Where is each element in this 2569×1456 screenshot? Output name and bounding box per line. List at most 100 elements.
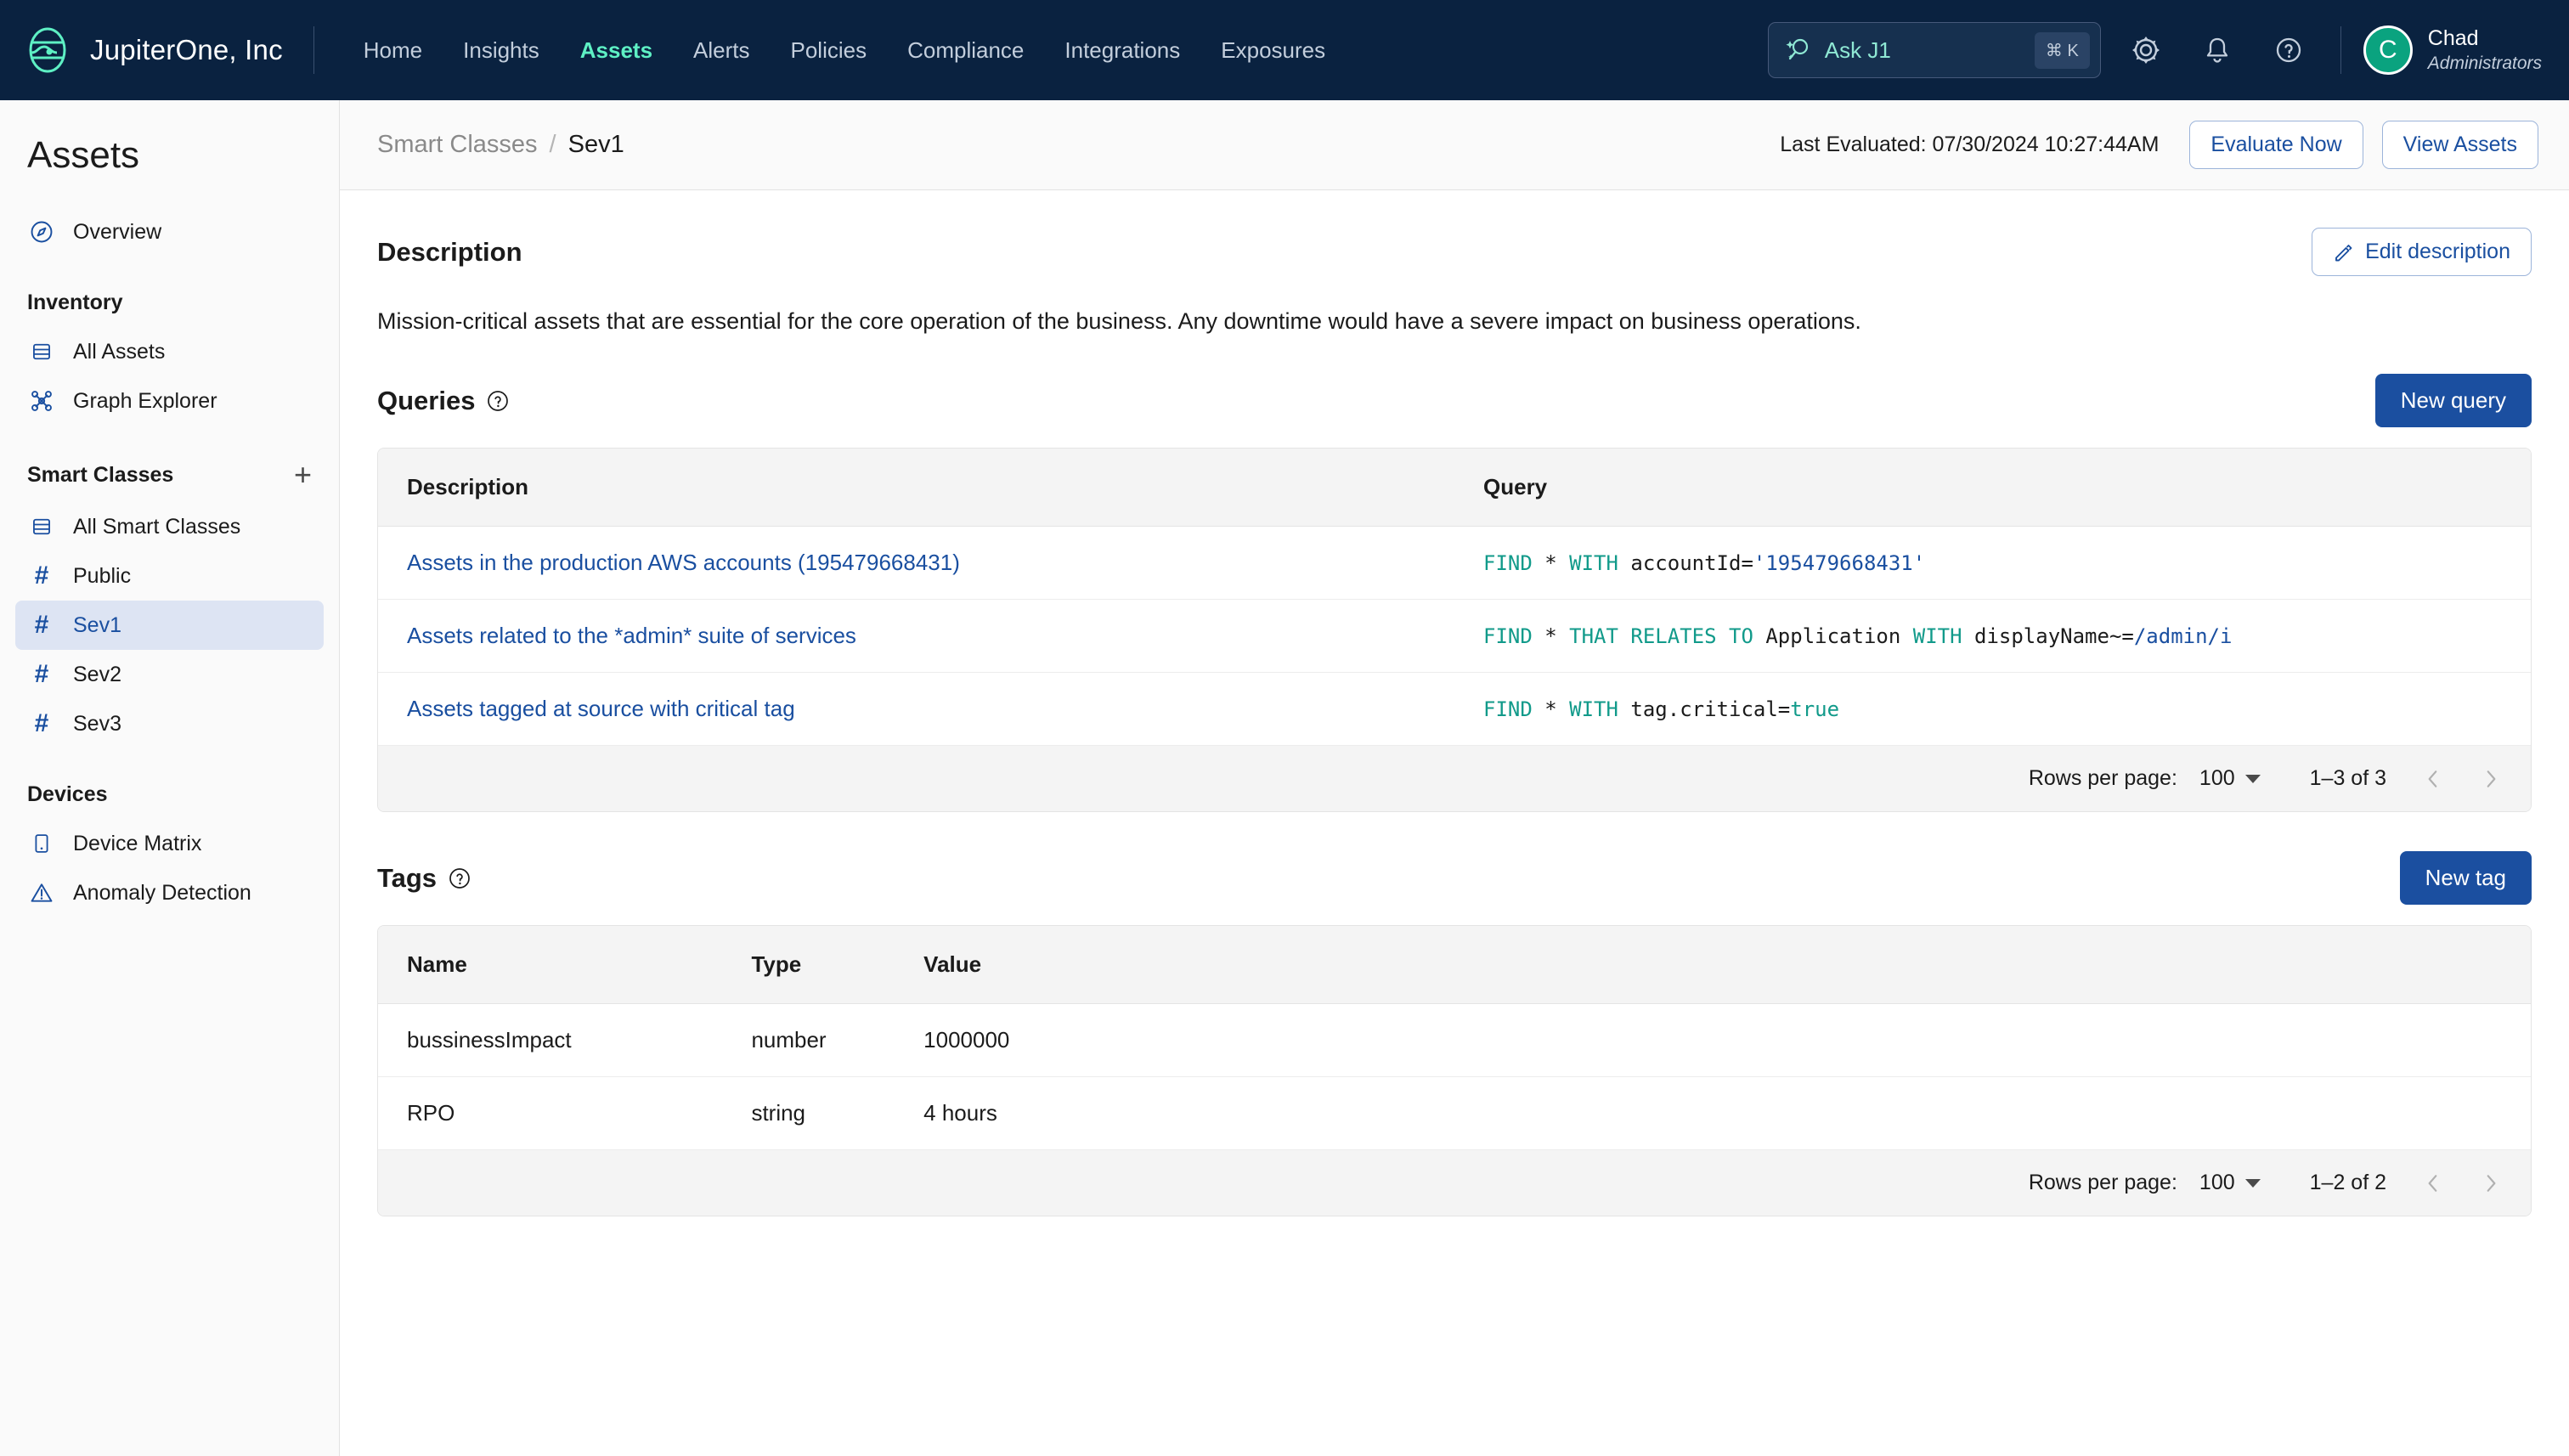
nav-link-home[interactable]: Home <box>343 29 443 72</box>
description-header: Description Edit description <box>377 228 2532 276</box>
chevron-down-icon <box>2244 1178 2261 1188</box>
table-row[interactable]: RPO string 4 hours <box>378 1076 2531 1150</box>
sidebar-item-device-matrix[interactable]: Device Matrix <box>15 819 324 868</box>
sidebar-item-graph-explorer[interactable]: Graph Explorer <box>15 376 324 426</box>
query-token: THAT RELATES TO <box>1569 624 1753 648</box>
table-row[interactable]: Assets related to the *admin* suite of s… <box>378 599 2531 673</box>
tag-type-cell: number <box>722 1003 895 1077</box>
query-token: * <box>1532 697 1570 721</box>
gear-icon[interactable] <box>2120 24 2172 76</box>
sidebar-item-overview[interactable]: Overview <box>15 207 324 257</box>
query-description-link[interactable]: Assets related to the *admin* suite of s… <box>407 623 856 648</box>
sidebar-item-label: All Assets <box>73 339 166 364</box>
tags-title: Tags <box>377 862 438 893</box>
view-assets-button[interactable]: View Assets <box>2381 121 2538 169</box>
queries-table-footer: Rows per page: 100 1–3 of 3 <box>378 746 2531 811</box>
nav-link-integrations[interactable]: Integrations <box>1044 29 1200 72</box>
tags-col-value: Value <box>895 926 2531 1004</box>
tags-table-head: Name Type Value <box>378 926 2531 1004</box>
tags-table: Name Type Value bussinessImpact number 1… <box>378 926 2531 1150</box>
ask-j1-placeholder: Ask J1 <box>1824 37 1891 63</box>
brand-block[interactable]: JupiterOne, Inc <box>24 26 283 74</box>
nav-link-compliance[interactable]: Compliance <box>887 29 1044 72</box>
tags-header: Tags New tag <box>377 851 2532 905</box>
sidebar-item-label: Sev3 <box>73 711 121 736</box>
top-nav-right-cluster: Ask J1 ⌘ K C Chad Administrators <box>1767 22 2542 78</box>
query-token: displayName~= <box>1962 624 2134 648</box>
chevron-right-icon[interactable] <box>2480 1172 2502 1194</box>
nav-link-assets[interactable]: Assets <box>560 29 673 72</box>
tags-table-footer: Rows per page: 100 1–2 of 2 <box>378 1150 2531 1216</box>
sidebar-item-anomaly-detection[interactable]: Anomaly Detection <box>15 868 324 917</box>
pagination-range: 1–3 of 3 <box>2309 766 2386 790</box>
chevron-right-icon[interactable] <box>2480 768 2502 790</box>
nav-link-exposures[interactable]: Exposures <box>1200 29 1346 72</box>
queries-col-description: Description <box>378 449 1454 527</box>
sidebar-item-sev1[interactable]: # Sev1 <box>15 601 324 650</box>
primary-nav-links: Home Insights Assets Alerts Policies Com… <box>343 29 1346 72</box>
rows-per-page-label: Rows per page: <box>2028 1171 2177 1194</box>
add-smart-class-button[interactable]: + <box>294 460 312 490</box>
query-description-link[interactable]: Assets tagged at source with critical ta… <box>407 696 795 721</box>
chevron-left-icon[interactable] <box>2422 768 2444 790</box>
nav-link-policies[interactable]: Policies <box>771 29 888 72</box>
query-token: FIND <box>1483 550 1533 575</box>
rows-per-page-select[interactable]: 100 <box>2199 766 2261 791</box>
sidebar-item-all-assets[interactable]: All Assets <box>15 327 324 376</box>
edit-description-button[interactable]: Edit description <box>2312 228 2532 276</box>
table-row[interactable]: bussinessImpact number 1000000 <box>378 1003 2531 1077</box>
user-menu[interactable]: C Chad Administrators <box>2363 25 2542 75</box>
query-description-cell: Assets related to the *admin* suite of s… <box>378 599 1454 673</box>
page-title: Assets <box>27 134 140 176</box>
breadcrumb-parent[interactable]: Smart Classes <box>377 131 538 159</box>
jupiterone-logo-icon <box>24 26 71 74</box>
new-query-button[interactable]: New query <box>2374 374 2532 427</box>
ask-j1-search-input[interactable]: Ask J1 ⌘ K <box>1767 22 2101 78</box>
sidebar-group-label: Inventory <box>27 291 123 314</box>
new-tag-button[interactable]: New tag <box>2399 851 2532 905</box>
queries-table-card: Description Query Assets in the producti… <box>377 448 2532 812</box>
last-evaluated-text: Last Evaluated: 07/30/2024 10:27:44AM <box>1780 133 2160 156</box>
sidebar: Assets Overview Inventory All Assets Gra… <box>0 100 340 1456</box>
description-text: Mission-critical assets that are essenti… <box>377 308 1861 334</box>
query-token: FIND <box>1483 697 1533 721</box>
hash-icon: # <box>34 611 49 639</box>
tags-table-card: Name Type Value bussinessImpact number 1… <box>377 925 2532 1216</box>
keyboard-shortcut-badge: ⌘ K <box>2034 31 2090 69</box>
description-title: Description <box>377 236 522 267</box>
rows-per-page-select[interactable]: 100 <box>2199 1171 2261 1195</box>
tag-value-cell: 4 hours <box>895 1076 2531 1150</box>
help-circle-icon[interactable] <box>449 867 471 889</box>
sidebar-item-label: Sev2 <box>73 662 121 686</box>
tag-value-cell: 1000000 <box>895 1003 2531 1077</box>
help-circle-icon[interactable] <box>487 390 509 412</box>
queries-header: Queries New query <box>377 374 2532 427</box>
rows-per-page-value: 100 <box>2199 1171 2235 1194</box>
nav-link-insights[interactable]: Insights <box>443 29 560 72</box>
avatar: C <box>2363 25 2413 75</box>
sidebar-item-all-smart-classes[interactable]: All Smart Classes <box>15 502 324 551</box>
query-token: /admin/i <box>2133 624 2233 648</box>
breadcrumb-bar: Smart Classes / Sev1 Last Evaluated: 07/… <box>340 100 2569 190</box>
sidebar-item-label: Device Matrix <box>73 831 202 855</box>
evaluate-now-button[interactable]: Evaluate Now <box>2189 121 2363 169</box>
sidebar-item-sev3[interactable]: # Sev3 <box>15 699 324 748</box>
sidebar-item-label: All Smart Classes <box>73 514 241 539</box>
breadcrumb-separator: / <box>549 131 556 158</box>
table-row[interactable]: Assets in the production AWS accounts (1… <box>378 526 2531 600</box>
bell-icon[interactable] <box>2191 24 2244 76</box>
queries-title: Queries <box>377 385 476 415</box>
help-circle-icon[interactable] <box>2262 24 2315 76</box>
query-description-link[interactable]: Assets in the production AWS accounts (1… <box>407 550 960 575</box>
tags-col-name: Name <box>378 926 723 1004</box>
brand-name: JupiterOne, Inc <box>90 34 283 65</box>
sidebar-item-public[interactable]: # Public <box>15 551 324 601</box>
table-row[interactable]: Assets tagged at source with critical ta… <box>378 672 2531 746</box>
nav-link-alerts[interactable]: Alerts <box>673 29 770 72</box>
query-code-cell: FIND * THAT RELATES TO Application WITH … <box>1454 599 2531 673</box>
sidebar-item-sev2[interactable]: # Sev2 <box>15 650 324 699</box>
warning-triangle-icon <box>27 878 56 907</box>
chevron-left-icon[interactable] <box>2422 1172 2444 1194</box>
user-divider <box>2340 26 2341 74</box>
sidebar-group-devices: Devices <box>0 782 339 807</box>
